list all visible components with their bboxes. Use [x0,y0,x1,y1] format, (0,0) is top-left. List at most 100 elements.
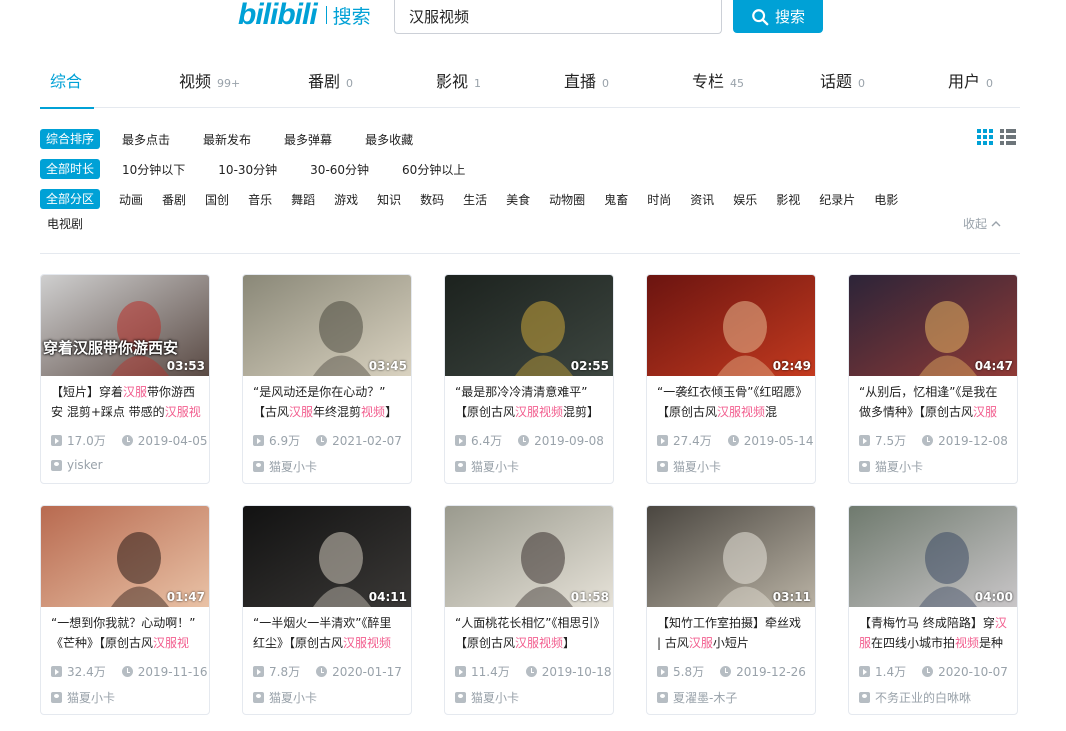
uploader-name: 夏濯墨-木子 [673,691,738,705]
video-thumbnail[interactable]: 穿着汉服带你游西安 03:53 [41,275,209,376]
zone-option[interactable]: 音乐 [248,191,272,208]
publish-date: 2019-10-18 [541,664,612,679]
uploader[interactable]: yisker [41,449,209,472]
uploader[interactable]: 猫夏小卡 [445,680,613,706]
bilibili-logo[interactable]: bilibili 搜索 [238,0,371,30]
sort-option[interactable]: 最多弹幕 [284,131,332,148]
duration-option[interactable]: 10分钟以下 [122,161,185,178]
zone-option[interactable]: 游戏 [334,191,358,208]
video-title[interactable]: “最是那冷冷清清意难平” 【原创古风汉服视频混剪】 [445,376,613,426]
uploader[interactable]: 夏濯墨-木子 [647,680,815,706]
sort-option[interactable]: 最多点击 [122,131,170,148]
uploader[interactable]: 猫夏小卡 [647,449,815,475]
video-card[interactable]: 04:11 “一半烟火一半清欢”《醉里红尘》【原创古风汉服视频 7.8万 2020-0… [242,505,412,715]
play-count-icon [253,666,264,677]
zone-option[interactable]: 娱乐 [733,191,757,208]
tab-topic[interactable]: 话题 0 [820,68,865,108]
video-thumbnail[interactable]: 03:45 [243,275,411,376]
video-thumbnail[interactable]: 02:55 [445,275,613,376]
list-view-icon[interactable] [1000,129,1016,145]
video-thumbnail[interactable]: 03:11 [647,506,815,607]
video-card[interactable]: 01:47 “一想到你我就？心动啊！” 《芒种》【原创古风汉服视 32.4万 2019… [40,505,210,715]
video-thumbnail[interactable]: 01:47 [41,506,209,607]
zone-option[interactable]: 鬼畜 [604,191,628,208]
search-icon [752,8,769,25]
search-input[interactable]: 汉服视频 [394,0,722,34]
uploader[interactable]: 猫夏小卡 [41,680,209,706]
video-card[interactable]: 04:00 【青梅竹马 终成陪路】穿汉服在四线小城市拍视频是种 1.4万 2020-1… [848,505,1018,715]
zone-option[interactable]: 数码 [420,191,444,208]
video-card[interactable]: 03:11 【知竹工作室拍摄】牵丝戏 | 古风汉服小短片 5.8万 2019-12-2… [646,505,816,715]
title-segment: 汉服视 [164,405,201,419]
tab-live[interactable]: 直播 0 [564,68,609,108]
zone-option[interactable]: 电影 [874,191,898,208]
duration-option[interactable]: 60分钟以上 [402,161,465,178]
uploader-name: 猫夏小卡 [673,460,722,474]
zone-option[interactable]: 舞蹈 [291,191,315,208]
grid-view-icon[interactable] [977,129,993,145]
title-segment: 汉服视频 [515,405,564,419]
zone-option[interactable]: 动画 [119,191,143,208]
duration-option[interactable]: 10-30分钟 [218,161,277,178]
video-card[interactable]: 02:49 “一袭红衣倾玉骨”《红昭愿》【原创古风汉服视频混 27.4万 2019-0… [646,274,816,484]
collapse-filters-button[interactable]: 收起 [963,215,1001,232]
video-title[interactable]: 【短片】穿着汉服带你游西安 混剪+踩点 带感的汉服视 [41,376,209,426]
duration-all-chip[interactable]: 全部时长 [40,159,101,179]
tab-video[interactable]: 视频 99+ [179,68,240,108]
video-card[interactable]: 04:47 “从别后，忆相逢”《是我在做多情种》【原创古风汉服 7.5万 2019-1… [848,274,1018,484]
video-card[interactable]: 03:45 “是风动还是你在心动？” 【古风汉服年终混剪视频】 6.9万 2021-0… [242,274,412,484]
sort-option[interactable]: 最多收藏 [365,131,413,148]
uploader[interactable]: 不务正业的白咻咻 [849,680,1017,706]
video-thumbnail[interactable]: 04:00 [849,506,1017,607]
zone-option[interactable]: 国创 [205,191,229,208]
video-title[interactable]: “人面桃花长相忆”《相思引》【原创古风汉服视频】 [445,607,613,657]
uploader[interactable]: 猫夏小卡 [849,449,1017,475]
video-thumbnail[interactable]: 02:49 [647,275,815,376]
video-title[interactable]: 【青梅竹马 终成陪路】穿汉服在四线小城市拍视频是种 [849,607,1017,657]
tab-label: 视频 [179,72,212,91]
video-title[interactable]: “一袭红衣倾玉骨”《红昭愿》【原创古风汉服视频混 [647,376,815,426]
zone-option[interactable]: 美食 [506,191,530,208]
video-title[interactable]: “是风动还是你在心动？” 【古风汉服年终混剪视频】 [243,376,411,426]
video-card[interactable]: 穿着汉服带你游西安 03:53 【短片】穿着汉服带你游西安 混剪+踩点 带感的汉服视… [40,274,210,484]
zone-option[interactable]: 番剧 [162,191,186,208]
zone-option[interactable]: 资讯 [690,191,714,208]
zone-option[interactable]: 时尚 [647,191,671,208]
uploader-icon [253,692,264,703]
publish-date-group: 2021-02-07 [316,434,402,448]
tab-all[interactable]: 综合 [39,68,95,109]
video-thumbnail[interactable]: 04:11 [243,506,411,607]
sort-default-chip[interactable]: 综合排序 [40,129,101,149]
uploader[interactable]: 猫夏小卡 [243,680,411,706]
duration-filter-row: 全部时长 10分钟以下 10-30分钟 30-60分钟 60分钟以上 [40,159,476,179]
video-title[interactable]: “一半烟火一半清欢”《醉里红尘》【原创古风汉服视频 [243,607,411,657]
video-thumbnail[interactable]: 04:47 [849,275,1017,376]
video-card[interactable]: 01:58 “人面桃花长相忆”《相思引》【原创古风汉服视频】 11.4万 2019-1… [444,505,614,715]
zone-option[interactable]: 生活 [463,191,487,208]
zone-option[interactable]: 动物圈 [549,191,585,208]
zone-all-chip[interactable]: 全部分区 [40,189,101,209]
zone-option[interactable]: 知识 [377,191,401,208]
title-segment: 汉服 [289,405,314,419]
tab-film[interactable]: 影视 1 [436,68,481,108]
sort-option[interactable]: 最新发布 [203,131,251,148]
tab-article[interactable]: 专栏 45 [692,68,744,108]
duration-option[interactable]: 30-60分钟 [310,161,369,178]
video-title[interactable]: 【知竹工作室拍摄】牵丝戏 | 古风汉服小短片 [647,607,815,657]
uploader[interactable]: 猫夏小卡 [445,449,613,475]
title-segment: 汉服 [688,636,713,650]
video-title[interactable]: “一想到你我就？心动啊！” 《芒种》【原创古风汉服视 [41,607,209,657]
video-thumbnail[interactable]: 01:58 [445,506,613,607]
thumbnail-caption: 穿着汉服带你游西安 [43,339,179,357]
search-button[interactable]: 搜索 [733,0,823,33]
uploader[interactable]: 猫夏小卡 [243,449,411,475]
clock-icon [518,435,530,446]
zone-option[interactable]: 影视 [776,191,800,208]
zone-option[interactable]: 纪录片 [819,191,855,208]
zone-option[interactable]: 电视剧 [47,215,83,232]
video-title[interactable]: “从别后，忆相逢”《是我在做多情种》【原创古风汉服 [849,376,1017,426]
video-card[interactable]: 02:55 “最是那冷冷清清意难平” 【原创古风汉服视频混剪】 6.4万 2019-0… [444,274,614,484]
title-segment: 在四线小城市拍 [871,636,956,650]
tab-bangumi[interactable]: 番剧 0 [308,68,353,108]
tab-user[interactable]: 用户 0 [948,68,993,108]
